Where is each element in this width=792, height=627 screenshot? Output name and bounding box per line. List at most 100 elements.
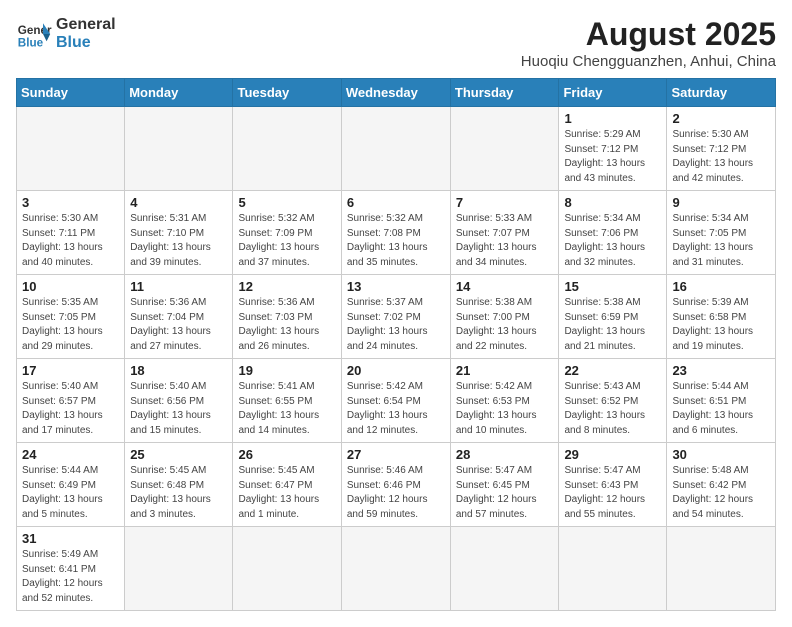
weekday-header-saturday: Saturday — [667, 79, 776, 107]
calendar-cell: 11 Sunrise: 5:36 AM Sunset: 7:04 PM Dayli… — [125, 275, 233, 359]
day-number: 11 — [130, 279, 227, 294]
day-number: 13 — [347, 279, 445, 294]
day-number: 17 — [22, 363, 119, 378]
day-number: 8 — [564, 195, 661, 210]
day-info: Sunrise: 5:33 AM Sunset: 7:07 PM Dayligh… — [456, 212, 554, 270]
day-info: Sunrise: 5:34 AM Sunset: 7:06 PM Dayligh… — [564, 212, 661, 270]
weekday-header-friday: Friday — [559, 79, 667, 107]
day-info: Sunrise: 5:32 AM Sunset: 7:08 PM Dayligh… — [347, 212, 445, 270]
week-row-1: 3 Sunrise: 5:30 AM Sunset: 7:11 PM Daylig… — [17, 191, 776, 275]
title-area: August 2025 Huoqiu Chengguanzhen, Anhui,… — [521, 16, 776, 70]
day-number: 14 — [456, 279, 554, 294]
day-number: 26 — [238, 447, 335, 462]
day-number: 27 — [347, 447, 445, 462]
day-info: Sunrise: 5:45 AM Sunset: 6:48 PM Dayligh… — [130, 464, 227, 522]
calendar-cell: 20 Sunrise: 5:42 AM Sunset: 6:54 PM Dayli… — [341, 359, 450, 443]
calendar-cell: 4Sunrise: 5:31 AM Sunset: 7:10 PM Daylig… — [125, 191, 233, 275]
calendar-table: SundayMondayTuesdayWednesdayThursdayFrid… — [16, 78, 776, 611]
calendar-cell: 23Sunrise: 5:44 AM Sunset: 6:51 PM Dayli… — [667, 359, 776, 443]
day-info: Sunrise: 5:34 AM Sunset: 7:05 PM Dayligh… — [672, 212, 770, 270]
calendar-cell — [17, 107, 125, 191]
day-number: 1 — [564, 111, 661, 126]
day-number: 23 — [672, 363, 770, 378]
location-subtitle: Huoqiu Chengguanzhen, Anhui, China — [521, 53, 776, 70]
calendar-cell: 7 Sunrise: 5:33 AM Sunset: 7:07 PM Daylig… — [450, 191, 559, 275]
week-row-3: 17Sunrise: 5:40 AM Sunset: 6:57 PM Dayli… — [17, 359, 776, 443]
calendar-cell: 9 Sunrise: 5:34 AM Sunset: 7:05 PM Daylig… — [667, 191, 776, 275]
day-info: Sunrise: 5:42 AM Sunset: 6:53 PM Dayligh… — [456, 380, 554, 438]
day-info: Sunrise: 5:46 AM Sunset: 6:46 PM Dayligh… — [347, 464, 445, 522]
day-info: Sunrise: 5:48 AM Sunset: 6:42 PM Dayligh… — [672, 464, 770, 522]
day-info: Sunrise: 5:43 AM Sunset: 6:52 PM Dayligh… — [564, 380, 661, 438]
calendar-cell: 31 Sunrise: 5:49 AM Sunset: 6:41 PM Dayli… — [17, 527, 125, 611]
calendar-cell — [125, 527, 233, 611]
page-header: General Blue General Blue August 2025 Hu… — [16, 16, 776, 70]
calendar-cell — [341, 107, 450, 191]
calendar-cell: 13 Sunrise: 5:37 AM Sunset: 7:02 PM Dayli… — [341, 275, 450, 359]
day-number: 21 — [456, 363, 554, 378]
calendar-cell: 16 Sunrise: 5:39 AM Sunset: 6:58 PM Dayli… — [667, 275, 776, 359]
calendar-cell — [341, 527, 450, 611]
calendar-cell — [450, 527, 559, 611]
day-info: Sunrise: 5:42 AM Sunset: 6:54 PM Dayligh… — [347, 380, 445, 438]
day-info: Sunrise: 5:37 AM Sunset: 7:02 PM Dayligh… — [347, 296, 445, 354]
day-info: Sunrise: 5:32 AM Sunset: 7:09 PM Dayligh… — [238, 212, 335, 270]
calendar-cell — [450, 107, 559, 191]
day-number: 19 — [238, 363, 335, 378]
calendar-cell: 5 Sunrise: 5:32 AM Sunset: 7:09 PM Daylig… — [233, 191, 341, 275]
day-info: Sunrise: 5:36 AM Sunset: 7:03 PM Dayligh… — [238, 296, 335, 354]
calendar-cell: 10Sunrise: 5:35 AM Sunset: 7:05 PM Dayli… — [17, 275, 125, 359]
day-number: 6 — [347, 195, 445, 210]
weekday-header-thursday: Thursday — [450, 79, 559, 107]
calendar-cell — [125, 107, 233, 191]
calendar-cell: 26Sunrise: 5:45 AM Sunset: 6:47 PM Dayli… — [233, 443, 341, 527]
calendar-cell: 22Sunrise: 5:43 AM Sunset: 6:52 PM Dayli… — [559, 359, 667, 443]
logo-general-text: General — [56, 16, 116, 34]
weekday-header-wednesday: Wednesday — [341, 79, 450, 107]
calendar-cell: 25 Sunrise: 5:45 AM Sunset: 6:48 PM Dayli… — [125, 443, 233, 527]
day-number: 9 — [672, 195, 770, 210]
calendar-cell — [233, 527, 341, 611]
day-number: 30 — [672, 447, 770, 462]
calendar-cell: 15Sunrise: 5:38 AM Sunset: 6:59 PM Dayli… — [559, 275, 667, 359]
day-number: 7 — [456, 195, 554, 210]
day-number: 4 — [130, 195, 227, 210]
day-info: Sunrise: 5:36 AM Sunset: 7:04 PM Dayligh… — [130, 296, 227, 354]
day-info: Sunrise: 5:40 AM Sunset: 6:56 PM Dayligh… — [130, 380, 227, 438]
logo-blue-text: Blue — [56, 34, 116, 52]
day-number: 5 — [238, 195, 335, 210]
day-info: Sunrise: 5:41 AM Sunset: 6:55 PM Dayligh… — [238, 380, 335, 438]
day-number: 16 — [672, 279, 770, 294]
day-number: 20 — [347, 363, 445, 378]
calendar-cell — [233, 107, 341, 191]
day-info: Sunrise: 5:30 AM Sunset: 7:12 PM Dayligh… — [672, 128, 770, 186]
calendar-cell: 14 Sunrise: 5:38 AM Sunset: 7:00 PM Dayli… — [450, 275, 559, 359]
weekday-header-sunday: Sunday — [17, 79, 125, 107]
day-info: Sunrise: 5:29 AM Sunset: 7:12 PM Dayligh… — [564, 128, 661, 186]
day-info: Sunrise: 5:30 AM Sunset: 7:11 PM Dayligh… — [22, 212, 119, 270]
calendar-cell: 1 Sunrise: 5:29 AM Sunset: 7:12 PM Daylig… — [559, 107, 667, 191]
calendar-cell: 29 Sunrise: 5:47 AM Sunset: 6:43 PM Dayli… — [559, 443, 667, 527]
day-number: 29 — [564, 447, 661, 462]
week-row-0: 1 Sunrise: 5:29 AM Sunset: 7:12 PM Daylig… — [17, 107, 776, 191]
day-info: Sunrise: 5:35 AM Sunset: 7:05 PM Dayligh… — [22, 296, 119, 354]
calendar-cell — [667, 527, 776, 611]
svg-text:Blue: Blue — [18, 37, 44, 50]
day-info: Sunrise: 5:38 AM Sunset: 7:00 PM Dayligh… — [456, 296, 554, 354]
day-info: Sunrise: 5:38 AM Sunset: 6:59 PM Dayligh… — [564, 296, 661, 354]
logo-icon: General Blue — [16, 16, 52, 52]
day-info: Sunrise: 5:49 AM Sunset: 6:41 PM Dayligh… — [22, 548, 119, 606]
calendar-cell — [559, 527, 667, 611]
day-info: Sunrise: 5:39 AM Sunset: 6:58 PM Dayligh… — [672, 296, 770, 354]
day-number: 31 — [22, 531, 119, 546]
logo: General Blue General Blue — [16, 16, 116, 52]
day-number: 18 — [130, 363, 227, 378]
day-number: 3 — [22, 195, 119, 210]
week-row-4: 24Sunrise: 5:44 AM Sunset: 6:49 PM Dayli… — [17, 443, 776, 527]
calendar-cell: 21 Sunrise: 5:42 AM Sunset: 6:53 PM Dayli… — [450, 359, 559, 443]
calendar-cell: 12Sunrise: 5:36 AM Sunset: 7:03 PM Dayli… — [233, 275, 341, 359]
weekday-header-tuesday: Tuesday — [233, 79, 341, 107]
day-number: 28 — [456, 447, 554, 462]
day-info: Sunrise: 5:47 AM Sunset: 6:43 PM Dayligh… — [564, 464, 661, 522]
day-number: 25 — [130, 447, 227, 462]
